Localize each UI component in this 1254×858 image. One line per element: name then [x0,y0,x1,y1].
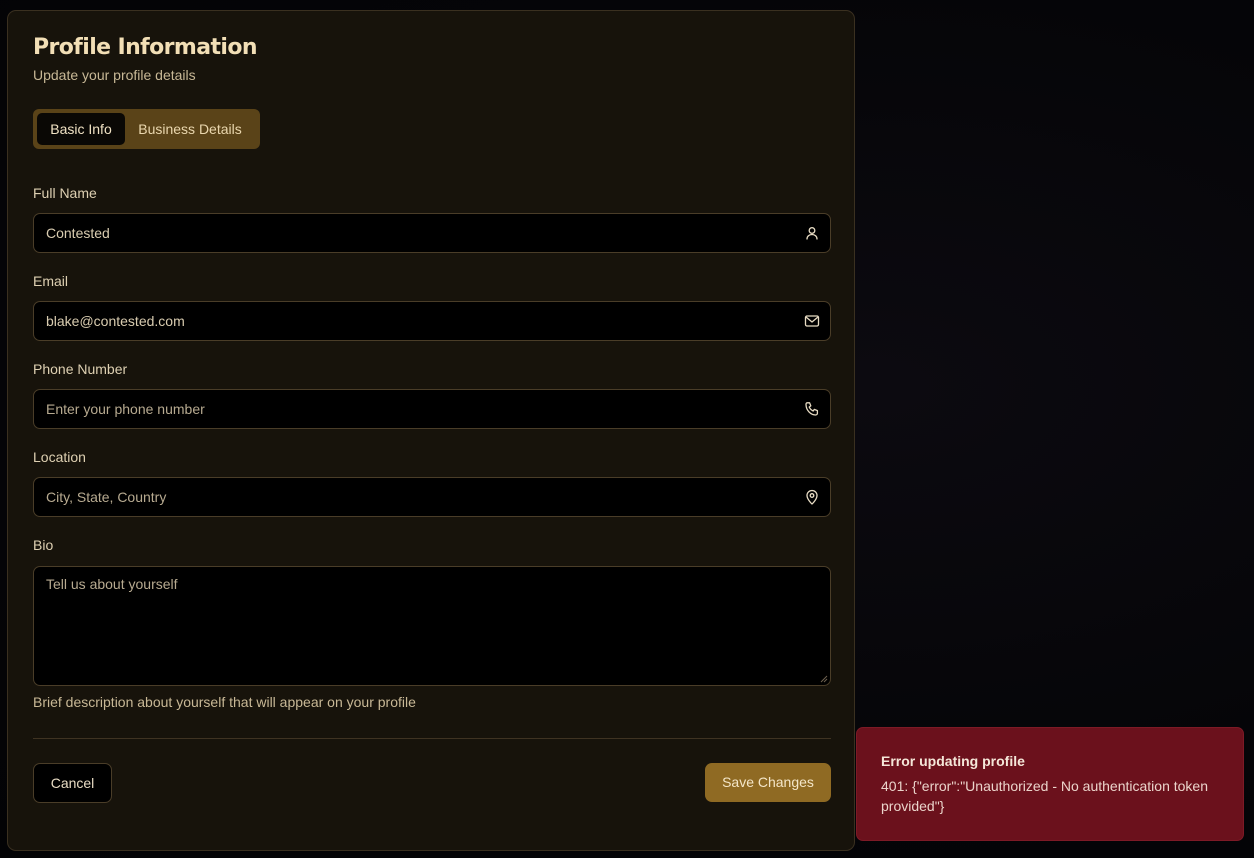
email-label: Email [33,273,69,289]
cancel-button[interactable]: Cancel [33,763,112,803]
phone-icon [805,402,819,416]
bio-textarea[interactable]: Tell us about yourself [33,566,831,686]
save-changes-button[interactable]: Save Changes [705,763,831,802]
location-placeholder: City, State, Country [46,489,167,505]
tab-business-details[interactable]: Business Details [129,113,251,145]
toast-title: Error updating profile [881,753,1025,769]
full-name-value: Contested [46,225,110,241]
divider [33,738,831,739]
phone-placeholder: Enter your phone number [46,401,205,417]
full-name-field[interactable]: Contested [33,213,831,253]
page-title: Profile Information [33,35,258,60]
email-field[interactable]: blake@contested.com [33,301,831,341]
bio-label: Bio [33,537,54,553]
error-toast[interactable]: Error updating profile 401: {"error":"Un… [856,727,1244,841]
phone-label: Phone Number [33,361,128,377]
location-label: Location [33,449,86,465]
mail-icon [804,315,820,327]
tab-list: Basic Info Business Details [33,109,260,149]
page-subtitle: Update your profile details [33,67,196,83]
bio-help-text: Brief description about yourself that wi… [33,694,416,710]
bio-placeholder: Tell us about yourself [46,576,178,592]
map-pin-icon [806,489,818,505]
location-field[interactable]: City, State, Country [33,477,831,517]
email-value: blake@contested.com [46,313,185,329]
tab-basic-info[interactable]: Basic Info [37,113,125,145]
user-icon [806,227,818,240]
profile-card: Profile Information Update your profile … [7,10,855,851]
full-name-label: Full Name [33,185,97,201]
toast-message: 401: {"error":"Unauthorized - No authent… [881,778,1208,814]
resize-handle-icon[interactable] [820,675,828,683]
phone-field[interactable]: Enter your phone number [33,389,831,429]
